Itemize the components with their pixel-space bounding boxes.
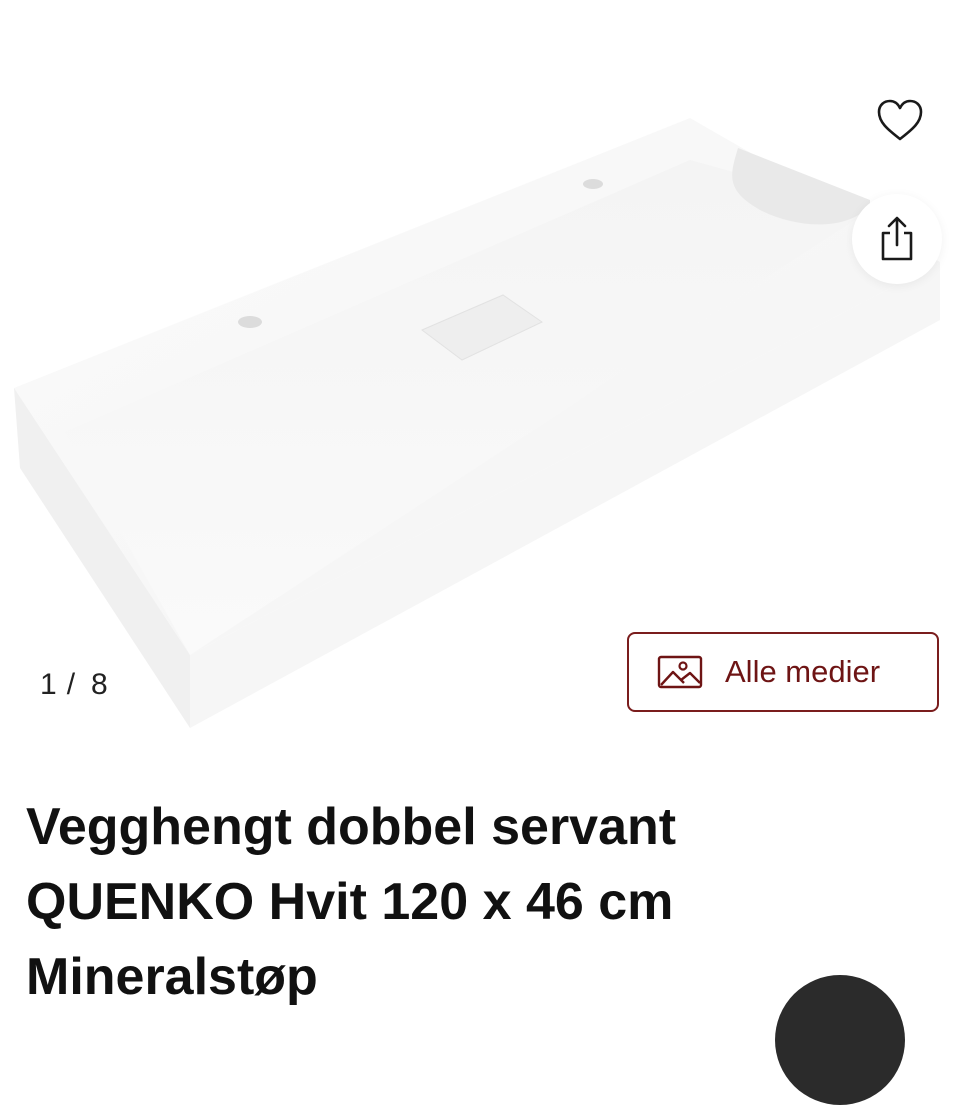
all-media-button[interactable]: Alle medier — [627, 632, 939, 712]
counter-current: 1 — [40, 668, 59, 701]
product-title-line-1: Vegghengt dobbel servant — [26, 798, 677, 856]
product-title: Vegghengt dobbel servant QUENKO Hvit 120… — [26, 790, 926, 1015]
image-icon — [657, 655, 703, 689]
heart-icon — [877, 99, 923, 141]
counter-separator: / — [66, 668, 78, 701]
product-title-line-3: Mineralstøp — [26, 948, 318, 1006]
share-icon — [881, 216, 913, 261]
counter-total: 8 — [91, 668, 110, 701]
product-gallery[interactable]: 1/ 8 Alle medier — [0, 0, 960, 760]
product-title-line-2: QUENKO Hvit 120 x 46 cm — [26, 873, 674, 931]
floating-action-button[interactable] — [775, 975, 905, 1105]
all-media-label: Alle medier — [725, 654, 881, 689]
share-button[interactable] — [852, 194, 942, 284]
image-counter: 1/ 8 — [40, 668, 110, 702]
favorite-button[interactable] — [870, 90, 930, 150]
